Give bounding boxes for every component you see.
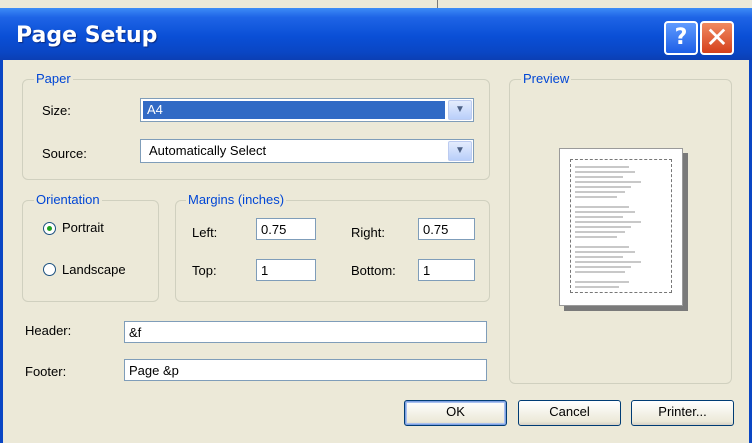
preview-text-line [575, 281, 629, 283]
left-margin-label: Left: [192, 225, 218, 240]
size-label: Size: [42, 103, 71, 118]
radio-selected-dot [47, 226, 52, 231]
preview-text-line [575, 196, 617, 198]
help-icon: ? [674, 25, 688, 50]
portrait-label[interactable]: Portrait [62, 220, 104, 235]
source-select[interactable]: Automatically Select ▼ [140, 139, 474, 163]
footer-input[interactable]: Page &p [124, 359, 487, 381]
size-selection-highlight [143, 101, 445, 119]
preview-text-line [575, 171, 635, 173]
preview-text-line [575, 266, 631, 268]
cancel-button-label: Cancel [549, 404, 590, 419]
preview-text-line [575, 246, 629, 248]
margins-legend: Margins (inches) [186, 192, 287, 207]
orientation-group [22, 200, 159, 302]
preview-margin-outline [570, 159, 672, 293]
preview-text-line [575, 211, 635, 213]
footer-label: Footer: [25, 364, 67, 379]
header-input[interactable]: &f [124, 321, 487, 343]
portrait-radio[interactable] [43, 222, 56, 235]
top-margin-value: 1 [261, 263, 269, 278]
paper-group [22, 79, 490, 180]
printer-button-label: Printer... [658, 404, 707, 419]
preview-text-line [575, 231, 625, 233]
landscape-label[interactable]: Landscape [62, 262, 126, 277]
printer-button[interactable]: Printer... [631, 400, 734, 426]
bottom-margin-input[interactable]: 1 [418, 259, 475, 281]
preview-text-line [575, 176, 623, 178]
preview-text-line [575, 191, 625, 193]
preview-text-line [575, 236, 617, 238]
left-margin-value: 0.75 [261, 222, 287, 237]
right-margin-input[interactable]: 0.75 [418, 218, 475, 240]
right-margin-label: Right: [351, 225, 385, 240]
ok-button-label: OK [446, 404, 465, 419]
landscape-radio[interactable] [43, 263, 56, 276]
preview-page [559, 148, 683, 306]
source-label: Source: [42, 146, 87, 161]
close-button[interactable]: ✕ [700, 21, 734, 55]
ok-button[interactable]: OK [404, 400, 507, 426]
background-divider [437, 0, 438, 8]
right-margin-value: 0.75 [423, 222, 449, 237]
preview-text-line [575, 206, 629, 208]
left-margin-input[interactable]: 0.75 [256, 218, 316, 240]
header-label: Header: [25, 323, 72, 338]
chevron-down-icon[interactable]: ▼ [448, 141, 472, 161]
preview-text-line [575, 226, 631, 228]
top-margin-label: Top: [192, 263, 217, 278]
preview-text-line [575, 221, 641, 223]
header-value: &f [129, 325, 142, 340]
close-icon: ✕ [705, 21, 729, 54]
size-value: A4 [147, 102, 163, 117]
preview-text-line [575, 261, 641, 263]
size-select[interactable]: A4 ▼ [140, 98, 474, 122]
cancel-button[interactable]: Cancel [518, 400, 621, 426]
bottom-margin-label: Bottom: [351, 263, 396, 278]
preview-text-line [575, 166, 629, 168]
chevron-down-icon[interactable]: ▼ [448, 100, 472, 120]
source-value: Automatically Select [149, 143, 267, 158]
preview-text-line [575, 181, 641, 183]
preview-text-line [575, 251, 635, 253]
preview-text-line [575, 186, 631, 188]
paper-legend: Paper [34, 71, 73, 86]
preview-text-line [575, 271, 625, 273]
bottom-margin-value: 1 [423, 263, 431, 278]
title-bar[interactable]: Page Setup ? ✕ [0, 8, 752, 60]
preview-legend: Preview [521, 71, 572, 86]
preview-text-line [575, 256, 623, 258]
preview-text-line [575, 286, 619, 288]
help-button[interactable]: ? [664, 21, 698, 55]
margins-group [175, 200, 490, 302]
window-title: Page Setup [16, 23, 158, 48]
top-margin-input[interactable]: 1 [256, 259, 316, 281]
preview-text-line [575, 216, 623, 218]
footer-value: Page &p [129, 363, 179, 378]
orientation-legend: Orientation [34, 192, 102, 207]
